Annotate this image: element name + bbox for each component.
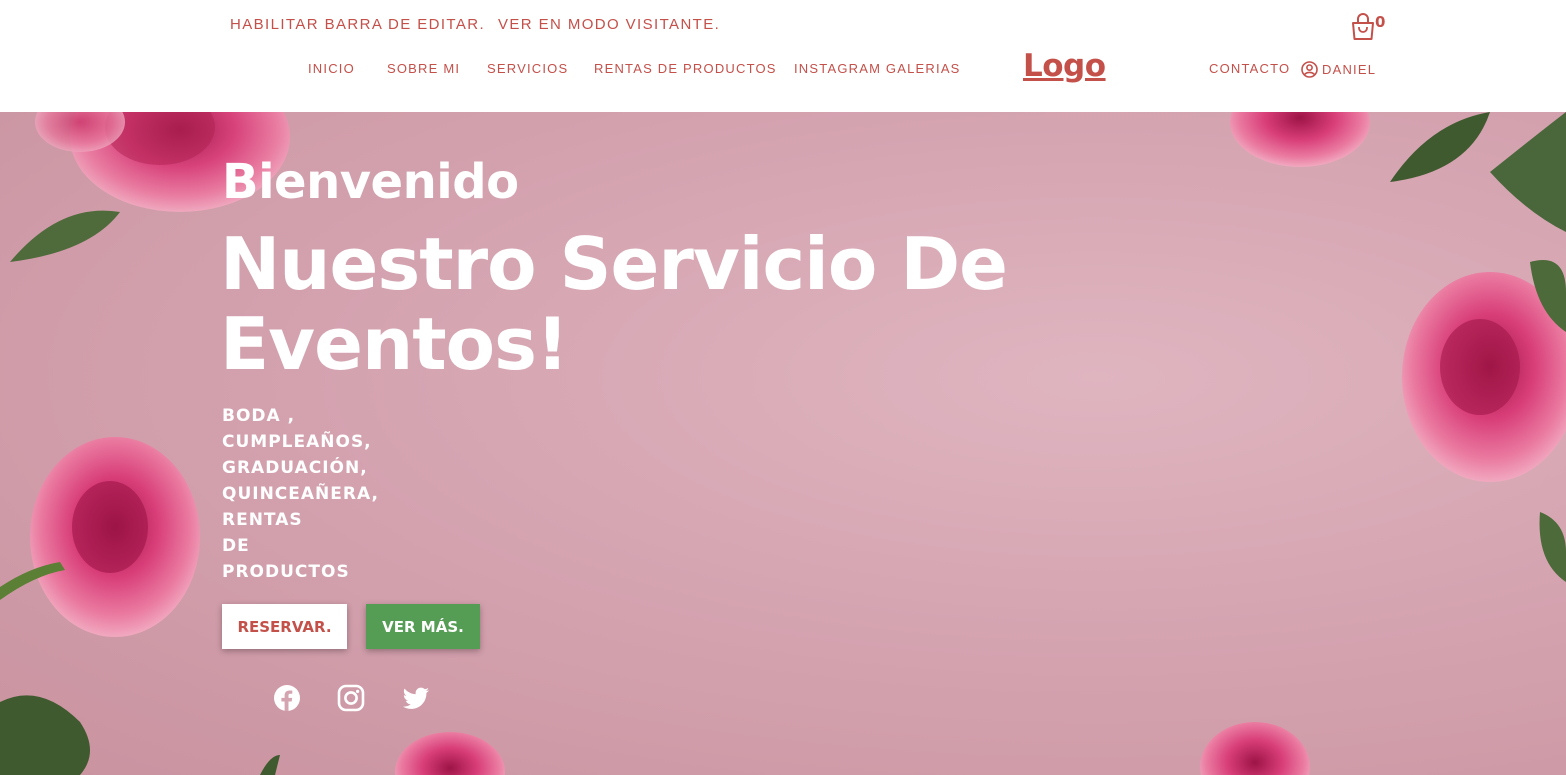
hero-section: Bienvenido Nuestro Servicio De Eventos! …: [0, 112, 1566, 775]
visitor-mode-link[interactable]: VER EN MODO VISITANTE.: [498, 16, 720, 33]
hero-welcome: Bienvenido: [222, 154, 519, 210]
twitter-icon[interactable]: [401, 684, 430, 712]
event-type-item: CUMPLEAÑOS,: [222, 432, 372, 452]
user-account-link[interactable]: DANIEL: [1301, 60, 1376, 78]
reserve-button[interactable]: RESERVAR.: [222, 604, 347, 649]
user-circle-icon: [1301, 60, 1318, 78]
nav-item-servicios[interactable]: SERVICIOS: [487, 61, 568, 76]
hero-headline: Nuestro Servicio De Eventos!: [220, 222, 1008, 386]
event-type-item: DE: [222, 536, 250, 556]
cart-count-badge: 0: [1375, 13, 1386, 31]
nav-item-rentas[interactable]: RENTAS DE PRODUCTOS: [594, 61, 777, 76]
nav-item-inicio[interactable]: INICIO: [308, 61, 355, 76]
instagram-icon[interactable]: [337, 684, 365, 712]
shopping-bag-icon: [1352, 13, 1374, 40]
event-type-item: GRADUACIÓN,: [222, 458, 368, 478]
site-header: HABILITAR BARRA DE EDITAR. VER EN MODO V…: [0, 0, 1566, 112]
cart-button[interactable]: 0: [1349, 12, 1389, 42]
event-type-item: QUINCEAÑERA,: [222, 484, 379, 504]
site-logo[interactable]: Logo: [1023, 48, 1106, 84]
nav-item-contacto[interactable]: CONTACTO: [1209, 61, 1290, 76]
facebook-icon[interactable]: [273, 684, 301, 712]
event-types-list: BODA , CUMPLEAÑOS, GRADUACIÓN, QUINCEAÑE…: [222, 403, 379, 585]
see-more-button[interactable]: VER MÁS.: [366, 604, 480, 649]
nav-item-sobre-mi[interactable]: SOBRE MI: [387, 61, 460, 76]
event-type-item: BODA ,: [222, 406, 296, 426]
enable-edit-bar-link[interactable]: HABILITAR BARRA DE EDITAR.: [230, 16, 485, 33]
user-name: DANIEL: [1322, 61, 1377, 77]
event-type-item: PRODUCTOS: [222, 562, 350, 582]
nav-item-instagram-galerias[interactable]: INSTAGRAM GALERIAS: [794, 61, 961, 76]
event-type-item: RENTAS: [222, 510, 303, 530]
